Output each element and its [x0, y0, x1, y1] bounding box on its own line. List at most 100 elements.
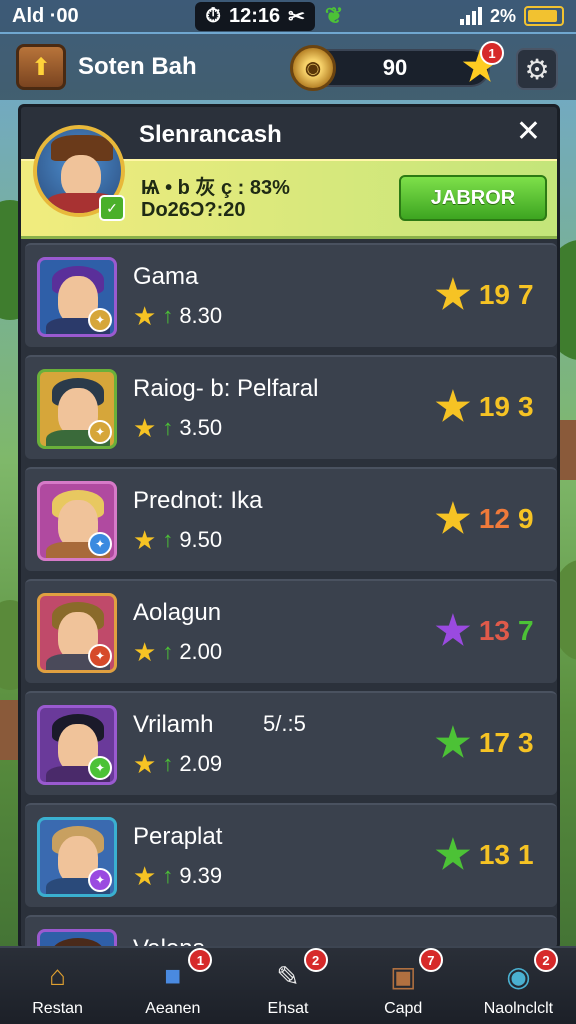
- score-tail: 7: [518, 615, 534, 646]
- rank-star-icon: ★: [435, 273, 471, 317]
- alarm-icon: ⏱: [205, 4, 221, 27]
- player-row[interactable]: ✦ Prednot: Ika ★ ↑ 9.50 ★ 12 9: [25, 467, 557, 571]
- player-name: Prednot: Ika: [133, 487, 263, 514]
- class-badge-icon: ✦: [88, 532, 112, 556]
- scissors-icon: ✂: [288, 5, 305, 28]
- house-icon: ⌂: [49, 960, 67, 991]
- coin-counter[interactable]: ◉ 90 ★ 1: [290, 41, 504, 91]
- player-row[interactable]: ✦ Vrilamh 5/.:5 ★ ↑ 2.09 ★ 17 3: [25, 691, 557, 795]
- player-name: Raiog- b: Pelfaral: [133, 375, 319, 402]
- time-text: 12:16: [228, 4, 281, 27]
- player-row[interactable]: ✦ Valens ★ ↑ ★: [25, 915, 557, 947]
- star-icon: ★: [133, 749, 157, 779]
- player-avatar: ✦: [37, 481, 117, 561]
- carrier-text: Ald ·00: [12, 4, 79, 27]
- player-extra: 5/.:5: [263, 711, 306, 736]
- player-stat: ★ ↑ 8.30: [133, 303, 222, 329]
- close-button[interactable]: ✕: [516, 117, 541, 147]
- nav-label: Restan: [32, 1000, 83, 1017]
- up-arrow-icon: ↑: [162, 303, 174, 328]
- featured-badge-icon: ✓: [99, 195, 125, 221]
- header-title: Soten Bah: [78, 53, 197, 80]
- battery-percent: 2%: [489, 5, 516, 26]
- score-number: 19: [478, 279, 511, 310]
- coin-amount: 90: [382, 55, 408, 80]
- class-badge-icon: ✦: [88, 868, 112, 892]
- score-tail: 7: [518, 279, 534, 310]
- star-icon: ★: [133, 861, 157, 891]
- stat-value: 9.50: [179, 527, 223, 552]
- player-name: Peraplat: [133, 823, 223, 850]
- nav-badge: 7: [418, 948, 443, 972]
- nav-item-capd[interactable]: ▣ Capd 7: [346, 948, 461, 1024]
- rank-star-icon: ★: [435, 833, 471, 877]
- nav-label: Capd: [384, 1000, 423, 1017]
- player-stat: ★ ↑ 9.50: [133, 527, 222, 553]
- close-icon: ✕: [515, 115, 541, 148]
- player-row[interactable]: ✦ Gama ★ ↑ 8.30 ★ 19 7: [25, 243, 557, 347]
- rank-star-icon: ★: [435, 497, 471, 541]
- leaf-icon: ❦: [324, 3, 344, 28]
- chest-icon[interactable]: ⬆: [16, 44, 66, 90]
- nav-badge: 2: [303, 948, 328, 972]
- up-arrow-icon: ↑: [162, 415, 174, 440]
- signal-icon: [459, 7, 482, 25]
- nav-badge: 2: [534, 948, 559, 972]
- score-tail: 3: [518, 727, 534, 758]
- panel-title: Slenrancash: [139, 121, 282, 148]
- featured-action-button[interactable]: JABROR: [399, 175, 547, 221]
- class-badge-icon: ✦: [88, 420, 112, 444]
- player-row[interactable]: ✦ Peraplat ★ ↑ 9.39 ★ 13 1: [25, 803, 557, 907]
- player-name: Aolagun: [133, 599, 222, 626]
- player-row[interactable]: ✦ Raiog- b: Pelfaral ★ ↑ 3.50 ★ 19 3: [25, 355, 557, 459]
- player-avatar: ✦: [37, 593, 117, 673]
- clock: ⏱ 12:16 ✂: [195, 1, 315, 31]
- nav-item-aeanen[interactable]: ■ Aeanen 1: [115, 948, 230, 1024]
- player-avatar: ✦: [37, 705, 117, 785]
- up-arrow-icon: ↑: [162, 863, 174, 888]
- status-bar: Ald ·00 ⏱ 12:16 ✂ ❦ 2%: [0, 0, 576, 32]
- player-avatar: ✦: [37, 817, 117, 897]
- nav-item-naolnclclt[interactable]: ◉ Naolnclclt 2: [461, 948, 576, 1024]
- score-tail: 9: [518, 503, 534, 534]
- player-list: ✦ Gama ★ ↑ 8.30 ★ 19 7 ✦ Raiog- b: Pelfa…: [21, 243, 557, 947]
- score-tail: 3: [518, 391, 534, 422]
- gear-icon: ⚙: [524, 53, 550, 85]
- battery-icon: [523, 6, 564, 26]
- bottom-navigation: ⌂ Restan ■ Aeanen 1 ✎ Ehsat 2 ▣ Capd 7 ◉…: [0, 946, 576, 1024]
- player-avatar: ✦: [37, 369, 117, 449]
- nav-badge: 1: [188, 948, 213, 972]
- star-badge: 1: [480, 41, 504, 65]
- top-header: ⬆ Soten Bah ◉ 90 ★ 1 ⚙: [0, 34, 576, 100]
- nav-item-restan[interactable]: ⌂ Restan: [0, 948, 115, 1024]
- stat-value: 2.09: [179, 751, 223, 776]
- featured-line2: Do26Ɔ?:20: [141, 199, 246, 221]
- stat-value: 8.30: [179, 303, 223, 328]
- player-score: ★ 13 1: [435, 835, 534, 875]
- score-number: 12: [478, 503, 511, 534]
- up-arrow-icon: ↑: [162, 527, 174, 552]
- rank-star-icon: ★: [435, 385, 471, 429]
- score-number: 17: [478, 727, 511, 758]
- score-tail: 1: [518, 839, 534, 870]
- player-stat: ★ ↑ 2.00: [133, 639, 222, 665]
- class-badge-icon: ✦: [88, 308, 112, 332]
- player-score: ★ 19 3: [435, 387, 534, 427]
- up-arrow-icon: ↑: [162, 751, 174, 776]
- nav-label: Naolnclclt: [483, 1000, 554, 1017]
- star-icon: ★: [133, 301, 157, 331]
- coin-icon: ◉: [290, 45, 336, 91]
- player-row[interactable]: ✦ Aolagun ★ ↑ 2.00 ★ 13 7: [25, 579, 557, 683]
- nav-item-ehsat[interactable]: ✎ Ehsat 2: [230, 948, 345, 1024]
- settings-button[interactable]: ⚙: [516, 48, 558, 90]
- player-name: Gama: [133, 263, 199, 290]
- nav-label: Ehsat: [267, 1000, 309, 1017]
- class-badge-icon: ✦: [88, 756, 112, 780]
- player-stat: ★ ↑ 9.39: [133, 863, 222, 889]
- player-name: Vrilamh: [133, 711, 214, 738]
- player-avatar: ✦: [37, 257, 117, 337]
- player-score: ★ 17 3: [435, 723, 534, 763]
- rank-star-icon: ★: [435, 609, 471, 653]
- stat-value: 9.39: [179, 863, 223, 888]
- stat-value: 3.50: [179, 415, 223, 440]
